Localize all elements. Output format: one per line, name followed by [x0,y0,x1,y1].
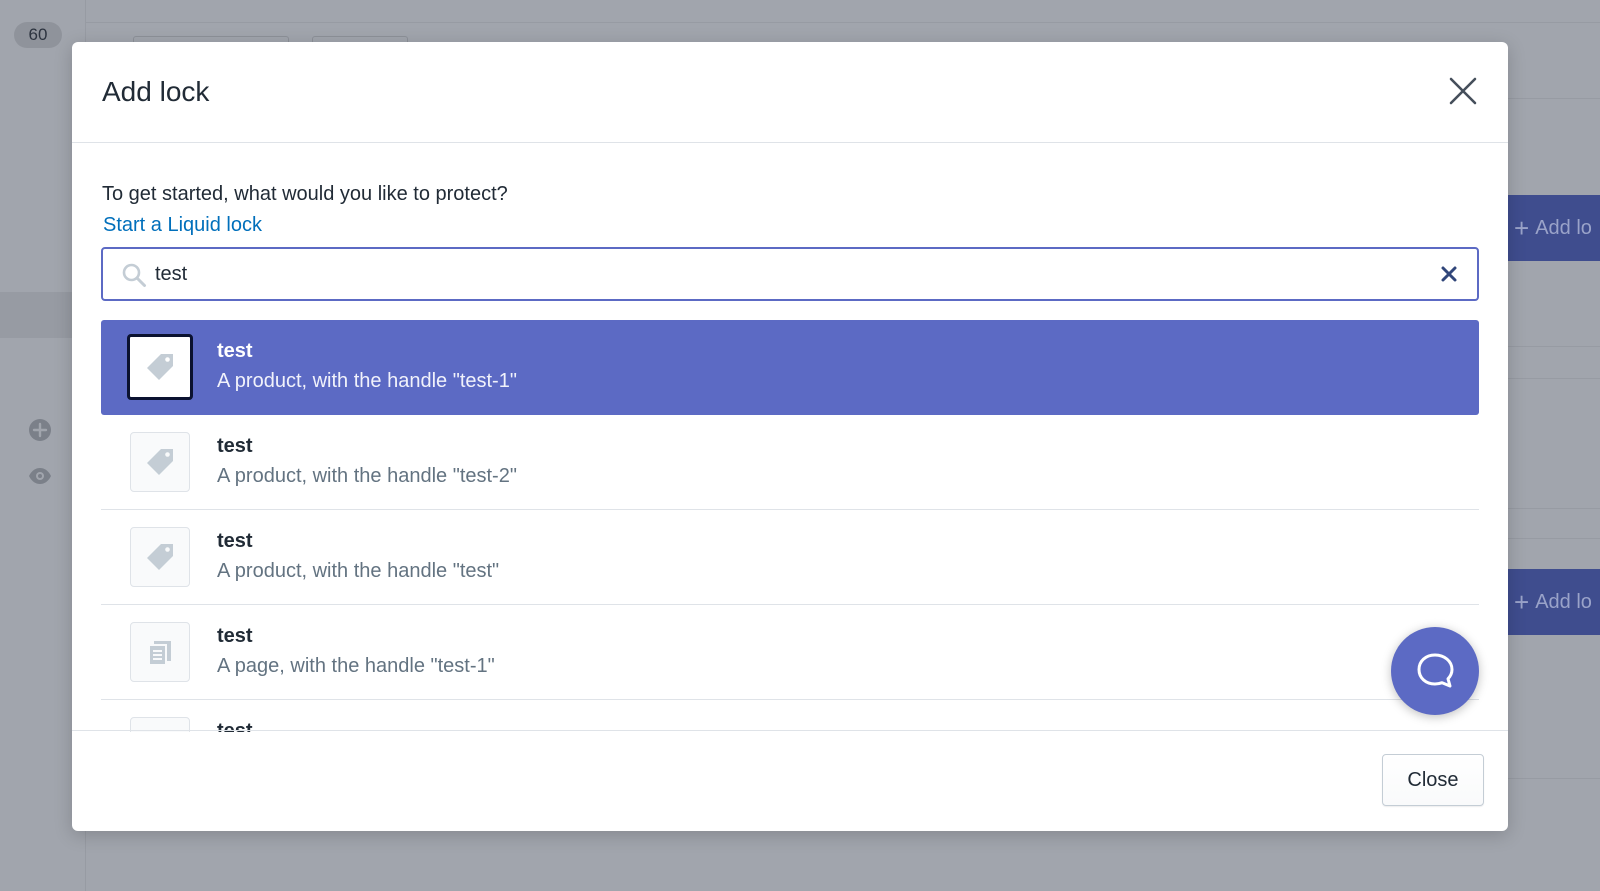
background-divider [1508,346,1600,347]
modal-header: Add lock [72,42,1508,143]
add-lock-modal: Add lock To get started, what would you … [72,42,1508,831]
prompt-text: To get started, what would you like to p… [102,183,508,205]
result-subtitle: A product, with the handle "test-1" [217,370,517,392]
close-button[interactable]: Close [1382,754,1484,806]
result-item[interactable]: test A product, with the handle "test-2" [101,415,1479,510]
modal-title: Add lock [102,76,210,107]
chat-button[interactable] [1391,627,1479,715]
footer-divider [72,730,1508,731]
result-item[interactable]: test A product, with the handle "test" [101,510,1479,605]
chat-bubble-icon [1417,653,1454,688]
background-divider [1508,778,1600,779]
background-divider [1508,538,1600,539]
result-item[interactable]: test A page, with the handle "test-1" [101,605,1479,700]
background-divider [1508,98,1600,99]
page-icon [148,641,171,666]
search-input[interactable] [155,249,1415,299]
eye-icon [29,468,51,484]
search-field[interactable] [101,247,1479,301]
background-add-lock-button: + Add lo [1508,195,1600,261]
start-liquid-lock-link[interactable]: Start a Liquid lock [103,214,262,237]
tag-icon [147,544,173,570]
background-count-badge: 60 [14,22,62,48]
result-subtitle: A page, with the handle "test-1" [217,655,495,677]
result-subtitle: A product, with the handle "test" [217,560,500,582]
result-item[interactable]: test [101,700,1479,732]
result-item[interactable]: test A product, with the handle "test-1" [101,320,1479,415]
plus-icon: + [1514,587,1530,617]
tag-icon [147,449,173,475]
background-divider [1508,508,1600,509]
plus-icon: + [1514,213,1530,243]
result-title: test [217,530,253,552]
search-icon [122,263,146,287]
background-divider [1508,378,1600,379]
result-thumbnail [130,622,190,682]
plus-circle-icon [29,419,51,441]
result-title: test [217,625,253,647]
result-thumbnail [127,334,193,400]
background-add-lock-button: + Add lo [1508,569,1600,635]
tag-icon [147,354,173,380]
search-results-list: test A product, with the handle "test-1"… [101,320,1479,732]
result-thumbnail [130,432,190,492]
close-icon[interactable] [1446,74,1480,108]
result-thumbnail [130,527,190,587]
result-title: test [217,435,253,457]
result-subtitle: A product, with the handle "test-2" [217,465,517,487]
background-divider [86,22,1600,23]
result-title: test [217,340,253,362]
clear-search-icon[interactable] [1439,264,1459,284]
